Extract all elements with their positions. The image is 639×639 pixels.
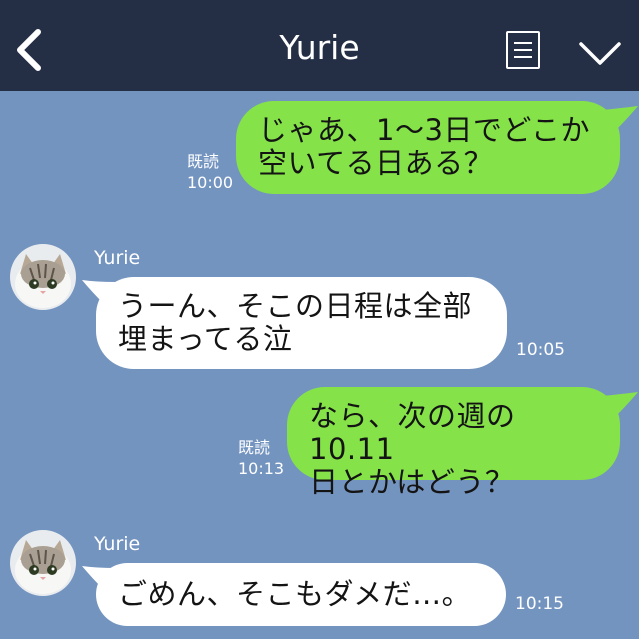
message-line: じゃあ、1〜3日でどこか	[258, 113, 591, 147]
note-icon[interactable]	[506, 31, 540, 69]
chevron-down-icon[interactable]	[578, 40, 622, 68]
message-time: 10:15	[515, 594, 564, 614]
incoming-message-bubble[interactable]: うーん、そこの日程は全部 埋まってる泣	[96, 277, 507, 369]
message-meta: 既読 10:13	[238, 437, 284, 479]
message-line: ごめん、そこもダメだ…。	[118, 577, 472, 611]
sender-name: Yurie	[94, 533, 141, 555]
message-line: うーん、そこの日程は全部	[118, 289, 473, 323]
sender-avatar[interactable]	[10, 530, 76, 596]
message-line: なら、次の週の10.11	[309, 399, 516, 466]
message-meta: 既読 10:00	[187, 151, 233, 193]
read-receipt: 既読	[238, 438, 271, 457]
message-time: 10:13	[238, 459, 285, 478]
message-line: 空いてる日ある？	[258, 146, 494, 180]
bubble-tail	[602, 106, 638, 132]
message-line: 埋まってる泣	[118, 322, 293, 356]
message-time: 10:00	[187, 173, 234, 192]
outgoing-message-bubble[interactable]: じゃあ、1〜3日でどこか 空いてる日ある？	[236, 101, 620, 194]
bubble-tail	[602, 392, 638, 418]
sender-avatar[interactable]	[10, 244, 76, 310]
incoming-message-bubble[interactable]: ごめん、そこもダメだ…。	[96, 563, 506, 626]
read-receipt: 既読	[187, 152, 220, 171]
outgoing-message-bubble[interactable]: なら、次の週の10.11 日とかはどう？	[287, 387, 620, 499]
message-line: 日とかはどう？	[309, 465, 515, 499]
cat-avatar-icon	[10, 244, 76, 310]
sender-name: Yurie	[94, 247, 141, 269]
chat-title: Yurie	[279, 28, 360, 67]
cat-avatar-icon	[10, 530, 76, 596]
message-time: 10:05	[516, 340, 565, 360]
chat-header: Yurie	[0, 0, 639, 91]
